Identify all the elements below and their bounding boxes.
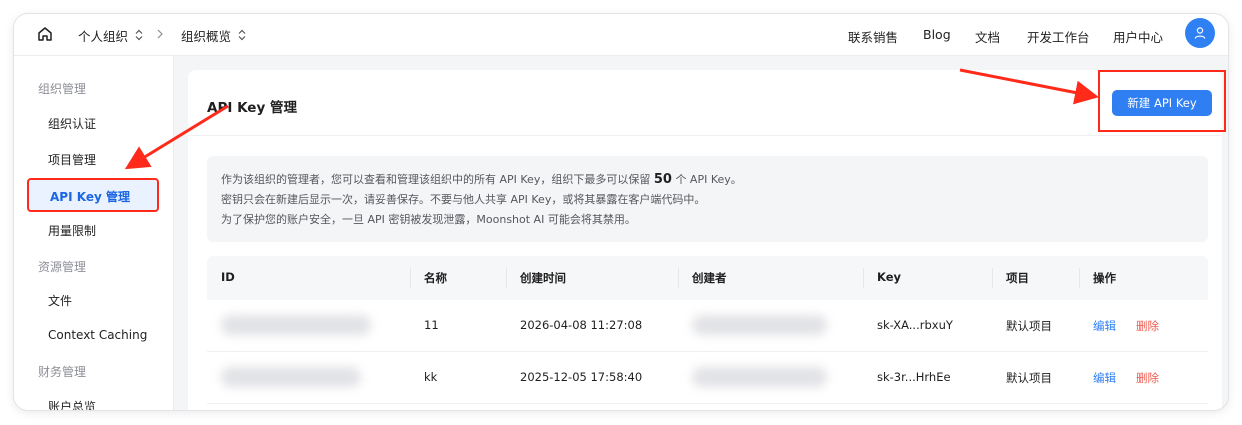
cell-key: sk-XA...rbxuY [877, 318, 953, 332]
sidebar-item-projects[interactable]: 项目管理 [48, 151, 96, 168]
org-switcher[interactable]: 个人组织 [78, 14, 144, 56]
redacted-creator [692, 315, 827, 335]
sidebar-item-account-overview[interactable]: 账户总览 [48, 398, 96, 410]
col-id: ID [221, 270, 235, 284]
table-header: ID 名称 创建时间 创建者 Key 项目 操作 [207, 256, 1208, 300]
redacted-id [221, 367, 361, 387]
top-bar: 个人组织 组织概览 联系销售 Blog 文档 开发工作台 用户中心 [14, 14, 1228, 56]
col-key: Key [877, 270, 902, 284]
notice-line-1-prefix: 作为该组织的管理者，您可以查看和管理该组织中的所有 API Key，组织下最多可… [221, 173, 651, 186]
notice-max-count: 50 [653, 172, 672, 187]
notice-line-1-suffix: 个 API Key。 [675, 173, 742, 186]
chevron-right-icon [157, 29, 163, 39]
cell-created: 2026-04-08 11:27:08 [520, 318, 643, 332]
column-divider [410, 268, 411, 288]
column-divider [1079, 268, 1080, 288]
sidebar-item-files[interactable]: 文件 [48, 292, 72, 309]
page-switcher[interactable]: 组织概览 [181, 14, 247, 56]
app-window: 个人组织 组织概览 联系销售 Blog 文档 开发工作台 用户中心 组织管理 组… [14, 14, 1228, 410]
page-switcher-label: 组织概览 [181, 28, 232, 44]
sidebar-item-context-caching[interactable]: Context Caching [48, 328, 147, 342]
cell-project: 默认项目 [1006, 371, 1052, 385]
nav-contact-sales[interactable]: 联系销售 [848, 27, 898, 46]
home-icon[interactable] [36, 25, 54, 43]
delete-link[interactable]: 删除 [1136, 370, 1159, 386]
nav-user-center[interactable]: 用户中心 [1113, 27, 1163, 46]
nav-blog[interactable]: Blog [923, 27, 951, 42]
cell-name: 11 [424, 318, 439, 332]
sidebar-group-org: 组织管理 [38, 82, 87, 96]
cell-project: 默认项目 [1006, 319, 1052, 333]
col-actions: 操作 [1093, 271, 1116, 285]
cell-created: 2025-12-05 17:58:40 [520, 370, 643, 384]
col-project: 项目 [1006, 271, 1029, 285]
table-row: kk 2025-12-05 17:58:40 sk-3r...HrhEe 默认项… [207, 352, 1208, 404]
delete-link[interactable]: 删除 [1136, 318, 1159, 334]
notice-line-1: 作为该组织的管理者，您可以查看和管理该组织中的所有 API Key，组织下最多可… [221, 170, 1208, 190]
sidebar: 组织管理 组织认证 项目管理 API Key 管理 用量限制 资源管理 文件 C… [14, 56, 174, 410]
page-title: API Key 管理 [207, 100, 297, 116]
annotation-highlight-box: 新建 API Key [1098, 70, 1226, 132]
avatar[interactable] [1185, 18, 1215, 48]
col-name: 名称 [424, 271, 447, 285]
new-api-key-button[interactable]: 新建 API Key [1112, 90, 1212, 116]
api-key-table: ID 名称 创建时间 创建者 Key 项目 操作 11 2026-04-08 1… [207, 256, 1208, 404]
chevron-updown-icon [238, 29, 246, 41]
sidebar-group-resources: 资源管理 [38, 260, 87, 274]
cell-key: sk-3r...HrhEe [877, 370, 951, 384]
cell-name: kk [424, 370, 438, 384]
nav-docs[interactable]: 文档 [975, 27, 1000, 46]
edit-link[interactable]: 编辑 [1093, 370, 1116, 386]
user-icon [1194, 27, 1206, 39]
redacted-id [221, 315, 371, 335]
column-divider [506, 268, 507, 288]
notice-panel: 作为该组织的管理者，您可以查看和管理该组织中的所有 API Key，组织下最多可… [207, 156, 1208, 242]
sidebar-item-org-verify[interactable]: 组织认证 [48, 115, 96, 132]
notice-line-2: 密钥只会在新建后显示一次，请妥善保存。不要与他人共享 API Key，或将其暴露… [221, 193, 706, 206]
col-created: 创建时间 [520, 271, 566, 285]
nav-dev-console[interactable]: 开发工作台 [1027, 27, 1090, 46]
column-divider [863, 268, 864, 288]
chevron-updown-icon [135, 29, 143, 41]
card-header: API Key 管理 新建 API Key [188, 70, 1226, 136]
col-creator: 创建者 [692, 271, 727, 285]
notice-line-3: 为了保护您的账户安全，一旦 API 密钥被发现泄露，Moonshot AI 可能… [221, 213, 636, 226]
sidebar-item-usage-limits[interactable]: 用量限制 [48, 222, 96, 239]
column-divider [678, 268, 679, 288]
org-switcher-label: 个人组织 [78, 28, 129, 44]
sidebar-item-api-keys[interactable]: API Key 管理 [27, 178, 159, 212]
api-key-card: API Key 管理 新建 API Key 作为该组织的管理者，您可以查看和管理… [188, 70, 1226, 410]
edit-link[interactable]: 编辑 [1093, 318, 1116, 334]
redacted-creator [692, 367, 827, 387]
sidebar-group-finance: 财务管理 [38, 365, 87, 379]
table-row: 11 2026-04-08 11:27:08 sk-XA...rbxuY 默认项… [207, 300, 1208, 352]
column-divider [992, 268, 993, 288]
